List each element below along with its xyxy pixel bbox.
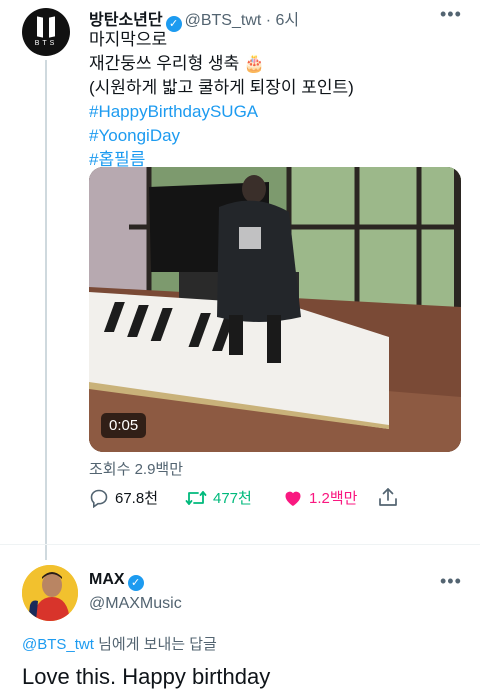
- bts-logo-text: BTS: [34, 40, 58, 47]
- bts-avatar[interactable]: BTS: [22, 8, 70, 56]
- bts-logo-icon: [37, 16, 55, 38]
- reply-display-name[interactable]: MAX: [89, 571, 125, 588]
- retweet-icon: [185, 490, 207, 505]
- share-button[interactable]: [377, 486, 399, 513]
- tweet-text: 마지막으로 재간둥쓰 우리형 생축 🎂 (시원하게 밟고 쿨하게 퇴장이 포인트…: [89, 28, 354, 172]
- tweet-line: 마지막으로: [89, 30, 168, 49]
- handle-time[interactable]: @BTS_twt · 6시: [185, 12, 300, 29]
- reply-handle[interactable]: @MAXMusic: [89, 595, 182, 613]
- avatar-image: [22, 565, 78, 621]
- display-name[interactable]: 방탄소년단: [89, 12, 163, 29]
- reply-text: Love this. Happy birthday: [22, 664, 271, 689]
- heart-filled-icon: [285, 491, 301, 506]
- hashtag-link[interactable]: #HappyBirthdaySUGA: [89, 100, 354, 124]
- more-options-icon[interactable]: •••: [440, 571, 462, 592]
- retweet-count: 477천: [213, 490, 252, 507]
- tweet-line: 재간둥쓰 우리형 생축 🎂: [89, 54, 266, 73]
- more-options-icon[interactable]: •••: [440, 4, 462, 25]
- like-count: 1.2백만: [309, 490, 358, 507]
- video-player[interactable]: 0:05: [89, 167, 461, 452]
- divider: [0, 544, 480, 545]
- like-button[interactable]: 1.2백만: [283, 487, 357, 508]
- reply-header: MAX ✓: [89, 571, 147, 591]
- replying-to: @BTS_twt 님에게 보내는 답글: [22, 633, 217, 654]
- reply-button[interactable]: 67.8천: [89, 487, 158, 508]
- verified-badge-icon: ✓: [127, 575, 144, 591]
- reply-count: 67.8천: [115, 490, 158, 507]
- retweet-button[interactable]: 477천: [185, 487, 252, 508]
- reply-icon: [90, 489, 108, 508]
- thread-line: [45, 60, 47, 560]
- view-count: 조회수 2.9백만: [89, 461, 184, 478]
- share-icon: [379, 488, 397, 506]
- max-avatar[interactable]: [22, 565, 78, 621]
- tweet-line: (시원하게 밟고 쿨하게 퇴장이 포인트): [89, 78, 354, 97]
- video-duration: 0:05: [101, 413, 147, 438]
- hashtag-link[interactable]: #YoongiDay: [89, 124, 354, 148]
- video-thumbnail: [89, 167, 461, 452]
- replying-to-text: 님에게 보내는 답글: [93, 636, 217, 653]
- replying-to-link[interactable]: @BTS_twt: [22, 636, 94, 653]
